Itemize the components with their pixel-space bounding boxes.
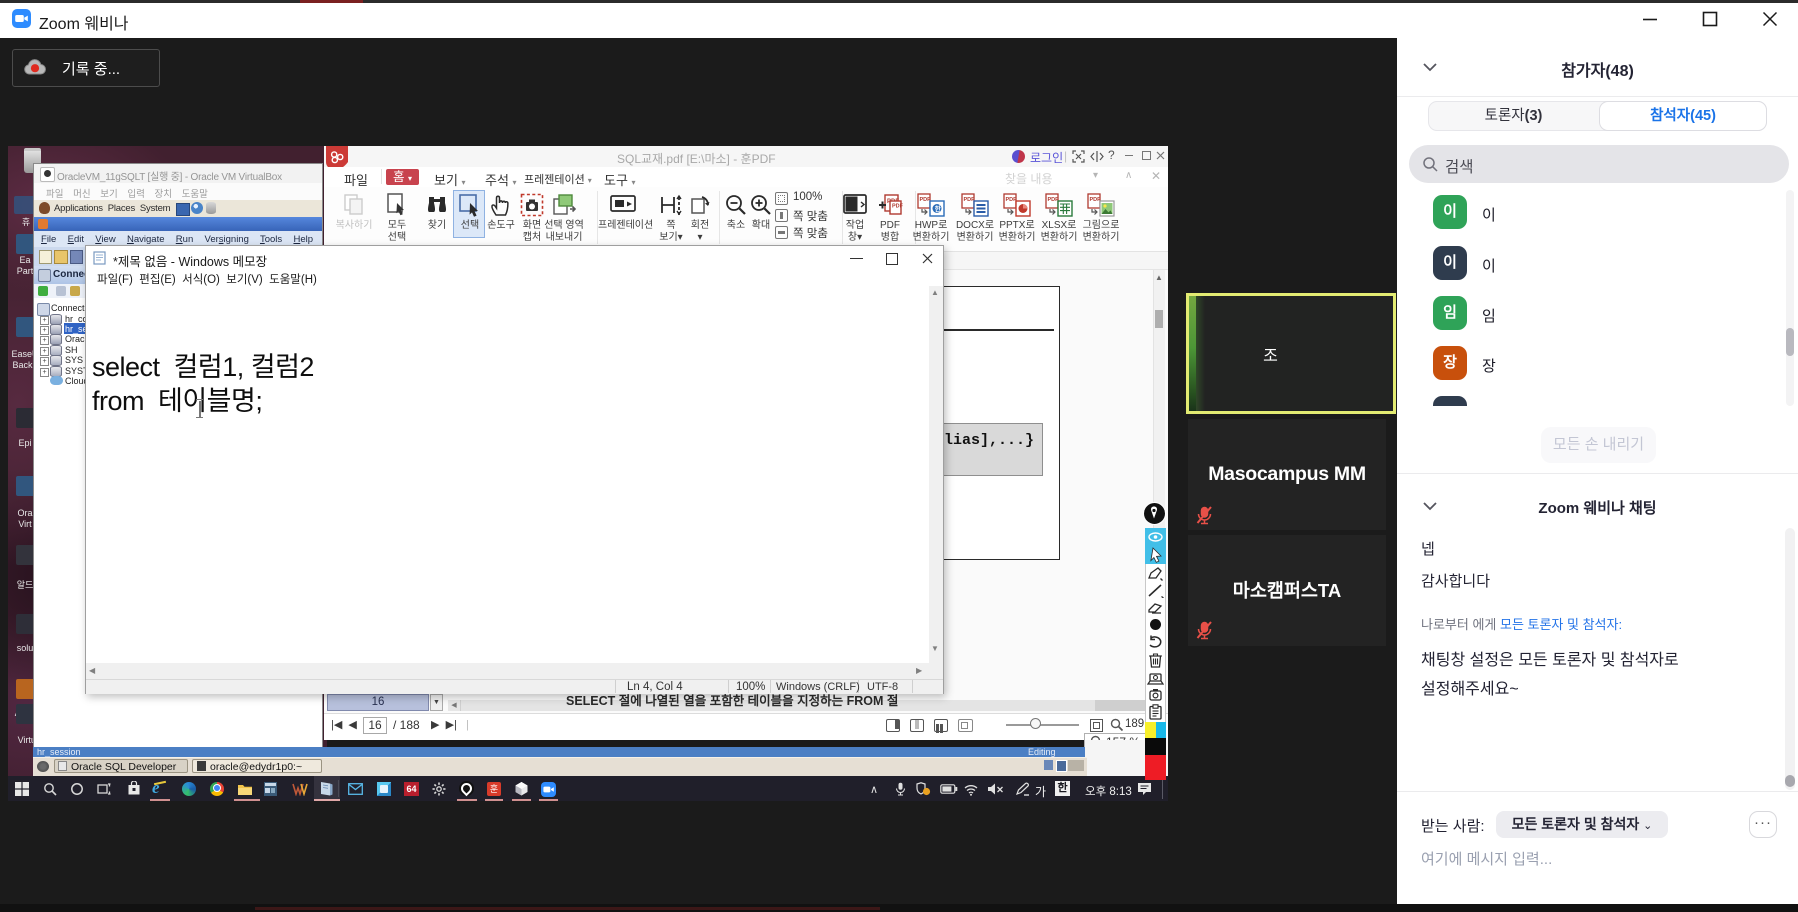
svg-text:PDF: PDF xyxy=(1090,197,1102,203)
svg-text:한: 한 xyxy=(935,204,941,213)
svg-text:PDF: PDF xyxy=(892,204,903,210)
